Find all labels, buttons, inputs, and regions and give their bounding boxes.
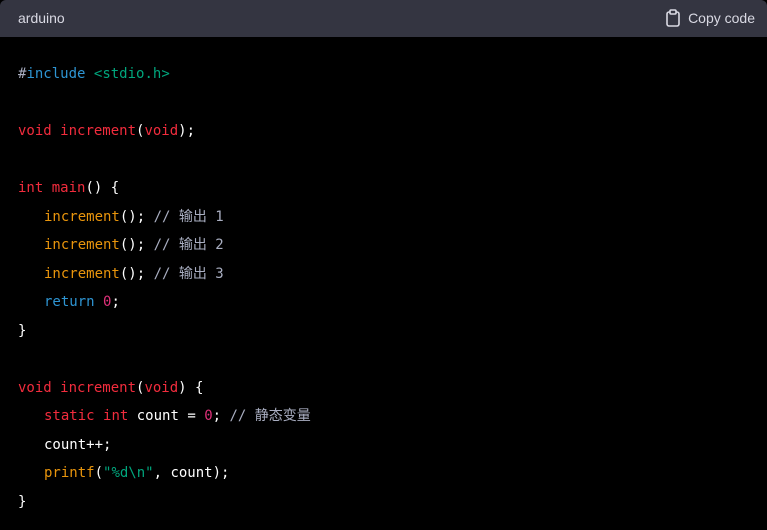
code-token: increment xyxy=(44,237,120,253)
copy-code-label: Copy code xyxy=(688,10,755,26)
code-token: (); xyxy=(119,237,154,253)
code-comment: // 输出 2 xyxy=(153,237,224,253)
code-token: increment xyxy=(60,379,137,396)
code-token: ( xyxy=(94,465,104,481)
code-line-2: void increment(void); xyxy=(18,117,311,146)
code-token: , count); xyxy=(153,465,230,481)
code-token: ; xyxy=(212,408,230,424)
code-token: ); xyxy=(178,123,196,139)
code-token: = xyxy=(178,408,205,424)
code-token: increment xyxy=(60,123,137,139)
code-token: ; xyxy=(111,294,120,310)
code-token: } xyxy=(18,322,27,339)
code-block-header: arduino Copy code xyxy=(0,0,767,37)
code-token: increment xyxy=(44,265,120,282)
code-token: } xyxy=(18,493,27,510)
code-token: printf xyxy=(44,465,95,481)
code-line-4: increment(); // 输出 1 xyxy=(18,203,311,232)
code-token: 0 xyxy=(204,408,213,424)
code-line-10: static int count = 0; // 静态变量 xyxy=(18,402,311,431)
code-line-12: printf("%d\n", count); xyxy=(18,459,311,488)
code-token: void xyxy=(18,123,52,139)
code-token: (); xyxy=(119,265,154,282)
code-token: int xyxy=(18,180,44,196)
code-token: void xyxy=(18,379,52,396)
code-comment: // 输出 1 xyxy=(153,208,224,225)
code-token: include xyxy=(26,66,86,82)
code-token: <stdio.h> xyxy=(93,66,170,82)
code-line-13: } xyxy=(18,488,311,517)
code-line-6: increment(); // 输出 3 xyxy=(18,260,311,289)
code-token: static xyxy=(44,408,95,424)
code-token: (); xyxy=(119,208,154,225)
code-token: count xyxy=(136,408,179,424)
code-line-3: int main() { xyxy=(18,174,311,203)
code-area: #include <stdio.h> void increment(void); i… xyxy=(0,37,767,530)
copy-code-button[interactable]: Copy code xyxy=(665,8,755,28)
code-token: "%d\n" xyxy=(103,465,154,481)
code-line-7: return 0; xyxy=(18,288,311,317)
code-token: void xyxy=(144,379,179,396)
code-line-5: increment(); // 输出 2 xyxy=(18,231,311,260)
code-comment: // 静态变量 xyxy=(229,408,311,424)
code-line-9: void increment(void) { xyxy=(18,374,311,403)
code-token: main xyxy=(51,180,86,196)
clipboard-icon xyxy=(665,9,681,27)
code-language-label: arduino xyxy=(18,10,65,26)
code-token: count++; xyxy=(44,436,112,453)
code-token: int xyxy=(103,408,129,424)
code-line-1: #include <stdio.h> xyxy=(18,60,311,89)
code-token: () { xyxy=(85,180,120,196)
code-line-11: count++; xyxy=(18,431,311,460)
code-line-8: } xyxy=(18,317,311,346)
code-token: void xyxy=(144,123,179,139)
code-comment: // 输出 3 xyxy=(153,265,224,282)
code-token: return xyxy=(44,294,95,310)
code-token: increment xyxy=(44,208,120,225)
code-token: ) { xyxy=(178,379,204,396)
code-content: #include <stdio.h> void increment(void); i… xyxy=(18,60,311,516)
